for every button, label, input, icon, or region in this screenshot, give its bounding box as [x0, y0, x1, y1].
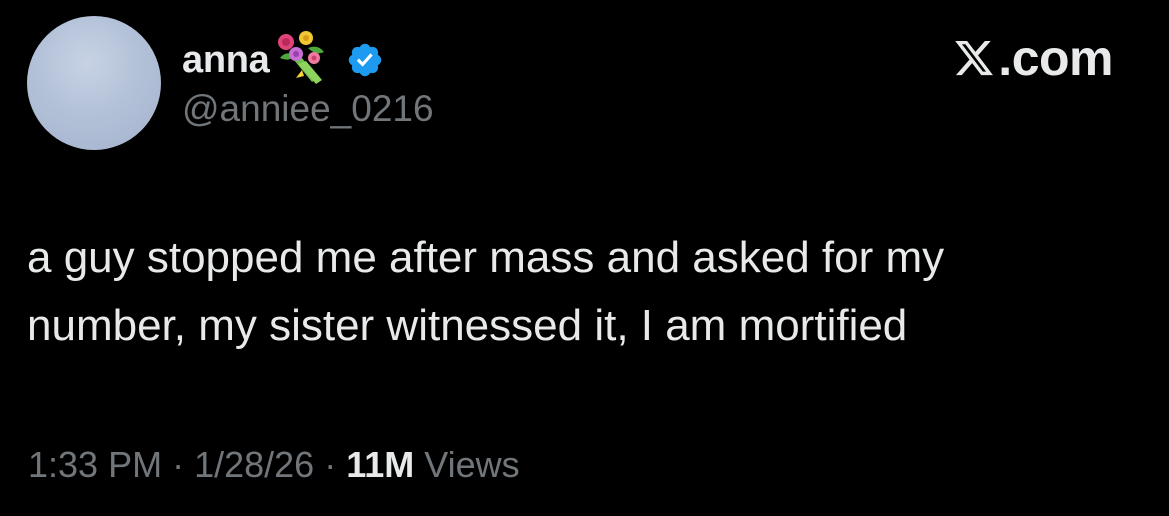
tweet-time[interactable]: 1:33 PM	[28, 444, 162, 486]
author-name-row: anna	[182, 30, 384, 90]
verified-badge-icon	[346, 41, 384, 79]
brand-watermark: .com	[952, 28, 1113, 88]
brand-suffix: .com	[998, 30, 1113, 86]
author-handle[interactable]: @anniee_0216	[182, 88, 434, 130]
display-name[interactable]: anna	[182, 39, 270, 82]
tweet-text: a guy stopped me after mass and asked fo…	[27, 233, 945, 350]
bouquet-icon	[272, 30, 332, 86]
meta-separator: ·	[172, 444, 185, 485]
views-count[interactable]: 11M	[346, 444, 414, 486]
meta-separator: ·	[324, 444, 337, 485]
avatar[interactable]	[27, 16, 161, 150]
x-logo-icon	[952, 37, 996, 79]
tweet-meta: 1:33 PM · 1/28/26 · 11M Views	[28, 440, 520, 490]
tweet-card: anna @anniee_0216 .com a guy stopped me …	[0, 0, 1169, 516]
views-label: Views	[424, 444, 520, 485]
tweet-date[interactable]: 1/28/26	[194, 444, 314, 486]
